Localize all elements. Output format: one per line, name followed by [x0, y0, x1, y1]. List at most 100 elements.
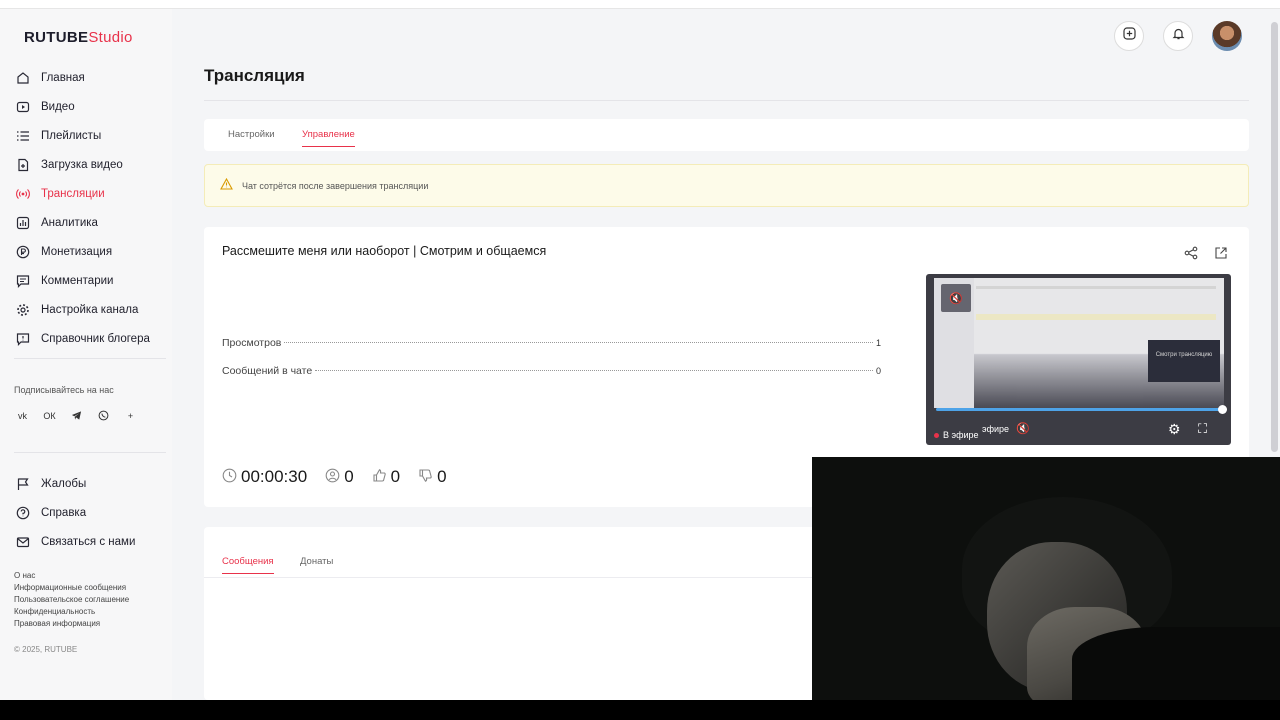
sidebar-item-blogger-guide[interactable]: Справочник блогера [14, 324, 150, 353]
page-title: Трансляция [204, 66, 305, 85]
alert-text: Чат сотрётся после завершения трансляции [242, 180, 429, 191]
stream-preview-player[interactable]: Смотри трансляцию 🔇 В эфире эфире 🔇 ⚙ ⛶ [926, 274, 1231, 445]
footer-link-legal[interactable]: Правовая информация [14, 618, 129, 630]
sidebar-item-channel-settings[interactable]: Настройка канала [14, 295, 150, 324]
stat-label: Сообщений в чате [222, 365, 313, 377]
social-links: vk ОК + [14, 407, 139, 424]
upload-icon [14, 156, 32, 174]
logo-studio: Studio [88, 29, 133, 46]
dislikes-value: 0 [437, 467, 447, 486]
help-icon [14, 504, 32, 522]
subscribe-title: Подписывайтесь на нас [14, 385, 114, 395]
tab-messages[interactable]: Сообщения [222, 556, 274, 574]
live-label-ghost: эфире [982, 424, 1010, 434]
thumbs-down-icon [418, 468, 433, 486]
avatar[interactable] [1212, 21, 1242, 51]
video-icon [14, 98, 32, 116]
tab-donations[interactable]: Донаты [300, 556, 333, 573]
logo-main: RUTUBE [24, 29, 89, 46]
stat-label: Просмотров [222, 337, 282, 349]
sidebar-item-analytics[interactable]: Аналитика [14, 208, 150, 237]
metric-likes: 0 [372, 467, 400, 487]
sidebar-item-label: Трансляции [41, 187, 105, 200]
sidebar-item-help[interactable]: Справка [14, 498, 135, 527]
sidebar-item-label: Плейлисты [41, 129, 102, 142]
tab-settings[interactable]: Настройки [228, 129, 275, 146]
vk-icon[interactable]: vk [14, 407, 31, 424]
settings-gear-icon[interactable]: ⚙ [1168, 421, 1181, 438]
sidebar-item-label: Справка [41, 506, 87, 519]
info-icon [14, 330, 32, 348]
external-link-icon[interactable] [1214, 246, 1228, 265]
page-scrollbar[interactable] [1271, 22, 1278, 452]
telegram-icon[interactable] [68, 407, 85, 424]
webcam-overlay [812, 457, 1280, 700]
comments-icon [14, 272, 32, 290]
sidebar-item-label: Загрузка видео [41, 158, 123, 171]
sidebar-item-monetization[interactable]: Монетизация [14, 237, 150, 266]
stream-metrics: 00:00:30 0 0 0 [222, 467, 447, 487]
page-tabs: Настройки Управление [204, 119, 1249, 151]
sidebar-item-contact[interactable]: Связаться с нами [14, 527, 135, 556]
footer-link-info[interactable]: Информационные сообщения [14, 582, 129, 594]
fullscreen-icon[interactable]: ⛶ [1198, 421, 1207, 437]
plus-icon[interactable]: + [122, 407, 139, 424]
warning-icon [220, 177, 233, 193]
share-icon[interactable] [1184, 246, 1198, 265]
sidebar-item-label: Монетизация [41, 245, 113, 258]
tab-management[interactable]: Управление [302, 129, 355, 147]
analytics-icon [14, 214, 32, 232]
flag-icon [14, 475, 32, 493]
duration-value: 00:00:30 [241, 467, 308, 486]
sidebar-item-comments[interactable]: Комментарии [14, 266, 150, 295]
muted-indicator-icon[interactable]: 🔇 [941, 284, 971, 312]
preview-card: Смотри трансляцию [1148, 340, 1220, 382]
footer-link-privacy[interactable]: Конфиденциальность [14, 606, 129, 618]
playlist-icon [14, 127, 32, 145]
sidebar: RUTUBEStudio Главная Видео Плейлисты Заг… [0, 9, 172, 700]
sidebar-item-video[interactable]: Видео [14, 92, 150, 121]
rutube-studio-logo[interactable]: RUTUBEStudio [24, 29, 133, 46]
add-button[interactable] [1114, 21, 1144, 51]
sidebar-item-home[interactable]: Главная [14, 63, 150, 92]
notifications-button[interactable] [1163, 21, 1193, 51]
sidebar-item-complaints[interactable]: Жалобы [14, 469, 135, 498]
sidebar-item-playlists[interactable]: Плейлисты [14, 121, 150, 150]
viber-icon[interactable] [95, 407, 112, 424]
likes-value: 0 [390, 467, 401, 486]
sidebar-item-label: Связаться с нами [41, 535, 136, 548]
metric-dislikes: 0 [418, 467, 447, 487]
viewers-value: 0 [344, 467, 354, 486]
preview-screenshot: Смотри трансляцию [934, 278, 1224, 408]
sidebar-item-label: Настройка канала [41, 303, 139, 316]
sidebar-item-label: Жалобы [41, 477, 87, 490]
ok-icon[interactable]: ОК [41, 407, 58, 424]
sidebar-item-upload[interactable]: Загрузка видео [14, 150, 150, 179]
stat-value: 0 [875, 366, 881, 376]
sidebar-divider [14, 358, 166, 359]
add-icon [1122, 27, 1136, 45]
sidebar-divider [14, 452, 166, 453]
header-actions [1114, 21, 1242, 51]
metric-duration: 00:00:30 [222, 467, 307, 487]
sidebar-item-label: Главная [41, 71, 85, 84]
player-progress-knob[interactable] [1218, 405, 1227, 414]
sidebar-item-broadcasts[interactable]: Трансляции [14, 179, 150, 208]
window-top-strip [0, 0, 1280, 9]
mail-icon [14, 533, 32, 551]
footer-link-about[interactable]: О нас [14, 570, 129, 582]
player-progress-bar[interactable] [936, 408, 1222, 411]
volume-muted-icon[interactable]: 🔇 [1016, 422, 1030, 435]
player-controls: В эфире эфире 🔇 ⚙ ⛶ [926, 420, 1231, 442]
stat-leader [315, 370, 873, 371]
sidebar-item-label: Аналитика [41, 216, 98, 229]
chat-warning-alert: Чат сотрётся после завершения трансляции [204, 164, 1249, 207]
sidebar-item-label: Комментарии [41, 274, 114, 287]
footer-link-terms[interactable]: Пользовательское соглашение [14, 594, 129, 606]
live-dot-icon [934, 432, 939, 438]
live-badge: В эфире [934, 430, 979, 440]
viewer-icon [325, 468, 340, 486]
sidebar-secondary-nav: Жалобы Справка Связаться с нами [14, 469, 135, 556]
copyright: © 2025, RUTUBE [14, 645, 78, 654]
sidebar-item-label: Видео [41, 100, 75, 113]
